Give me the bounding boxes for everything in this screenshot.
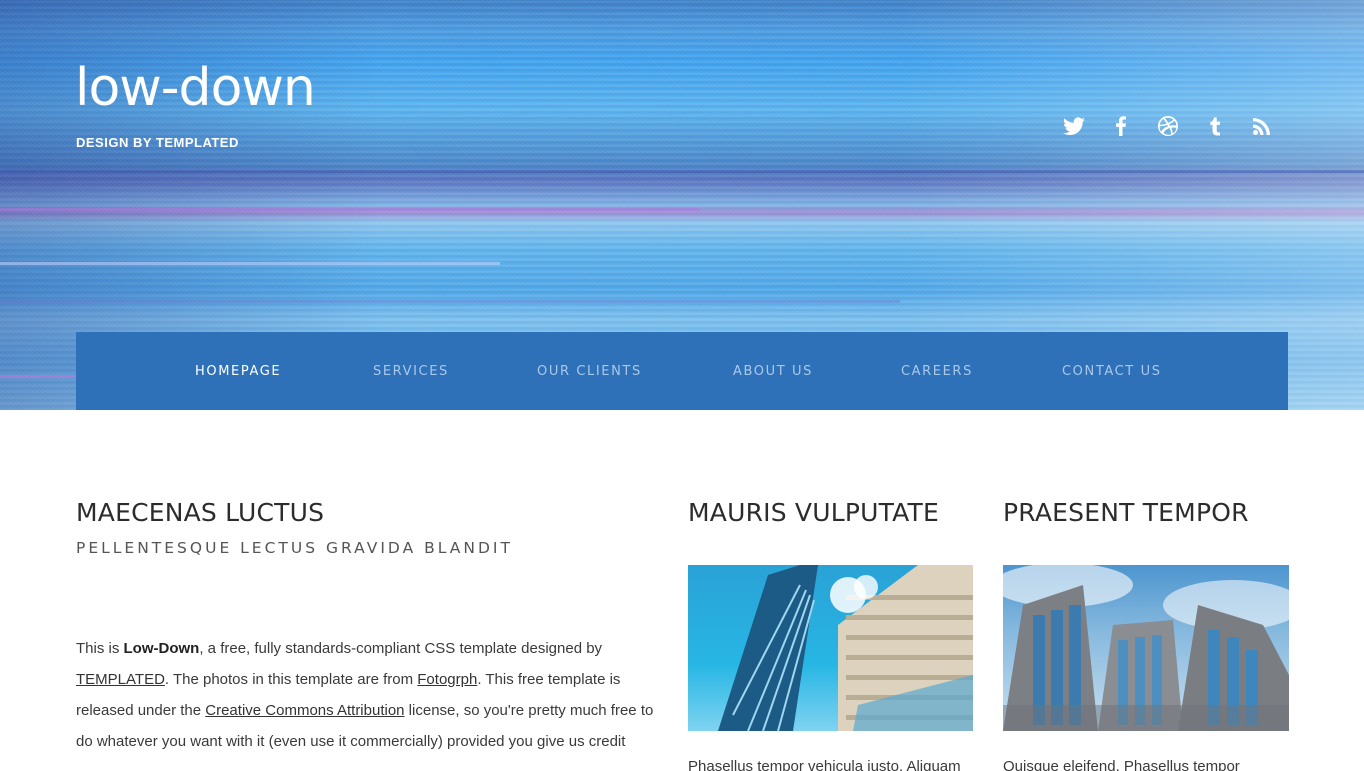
nav-item-services[interactable]: SERVICES	[373, 362, 449, 380]
tumblr-icon[interactable]	[1203, 114, 1227, 142]
social-links	[1062, 114, 1274, 142]
nav-item-about-us[interactable]: ABOUT US	[733, 362, 813, 380]
nav-link-about-us[interactable]: ABOUT US	[733, 364, 813, 379]
facebook-icon[interactable]	[1109, 114, 1133, 142]
feature-mauris: MAURIS VULPUTATE Phasellus tempor vehicu…	[688, 495, 973, 771]
feature-mauris-text: Phasellus tempor vehicula justo. Aliquam	[688, 758, 961, 771]
body-bold-name: Low-Down	[123, 640, 200, 657]
nav-item-homepage[interactable]: HOMEPAGE	[195, 362, 281, 380]
body-text-3: . The photos in this template are from	[164, 671, 418, 688]
feature-mauris-title: MAURIS VULPUTATE	[688, 498, 939, 527]
main-article: MAECENAS LUCTUS PELLENTESQUE LECTUS GRAV…	[76, 495, 661, 757]
twitter-icon[interactable]	[1062, 114, 1086, 142]
creative-commons-link[interactable]: Creative Commons Attribution	[205, 702, 404, 719]
main-subtitle: PELLENTESQUE LECTUS GRAVIDA BLANDIT	[76, 539, 513, 557]
nav-link-our-clients[interactable]: OUR CLIENTS	[537, 364, 642, 379]
fotogrph-link[interactable]: Fotogrph	[417, 671, 477, 688]
site-logo[interactable]: low-down	[75, 56, 316, 120]
main-nav: HOMEPAGE SERVICES OUR CLIENTS ABOUT US C…	[76, 332, 1288, 410]
site-tagline: DESIGN BY TEMPLATED	[76, 135, 239, 150]
feature-praesent-text: Quisque eleifend. Phasellus tempor	[1003, 758, 1240, 771]
feature-praesent: PRAESENT TEMPOR Quisque eleifend. Phasel…	[1003, 495, 1289, 771]
nav-link-homepage[interactable]: HOMEPAGE	[195, 364, 281, 379]
body-text-1: This is	[76, 640, 124, 657]
templated-link[interactable]: TEMPLATED	[76, 671, 165, 688]
main-body-text: This is Low-Down, a free, fully standard…	[76, 633, 661, 757]
nav-item-our-clients[interactable]: OUR CLIENTS	[537, 362, 642, 380]
feature-praesent-title: PRAESENT TEMPOR	[1003, 498, 1249, 527]
nav-item-contact-us[interactable]: CONTACT US	[1062, 362, 1162, 380]
rss-icon[interactable]	[1250, 114, 1274, 142]
body-text-2: , a free, fully standards-compliant CSS …	[199, 640, 603, 657]
nav-link-services[interactable]: SERVICES	[373, 364, 449, 379]
building-photo-1[interactable]	[688, 565, 973, 731]
nav-item-careers[interactable]: CAREERS	[901, 362, 973, 380]
nav-link-contact-us[interactable]: CONTACT US	[1062, 364, 1162, 379]
main-title: MAECENAS LUCTUS	[76, 498, 325, 527]
dribbble-icon[interactable]	[1156, 114, 1180, 142]
building-photo-2[interactable]	[1003, 565, 1289, 731]
nav-link-careers[interactable]: CAREERS	[901, 364, 973, 379]
